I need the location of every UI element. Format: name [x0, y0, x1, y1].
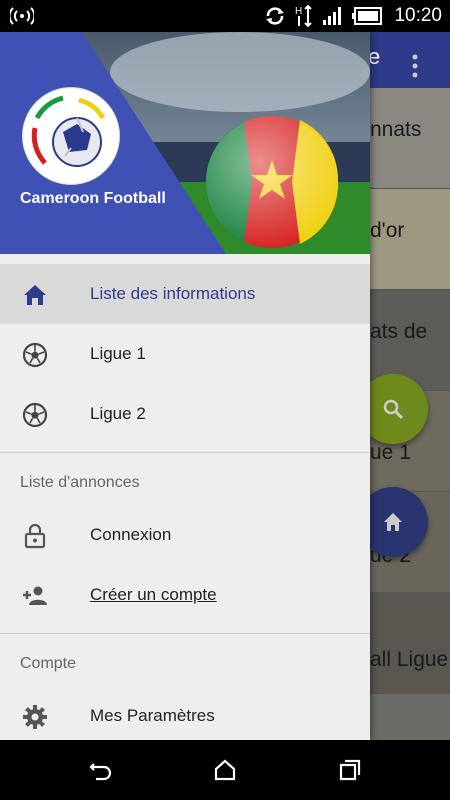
- menu-item-ligue-2[interactable]: Ligue 2: [0, 384, 370, 444]
- home-icon: [384, 513, 402, 531]
- sync-icon: [266, 7, 285, 25]
- menu-item-ligue-1[interactable]: Ligue 1: [0, 324, 370, 384]
- menu-item-news-list[interactable]: Liste des informations: [0, 264, 370, 324]
- menu-item-label: Liste des informations: [90, 284, 256, 303]
- drawer-header: Cameroon Football: [0, 32, 370, 254]
- more-options-icon[interactable]: [412, 54, 418, 78]
- app-name: Cameroon Football: [20, 190, 166, 207]
- back-icon[interactable]: [88, 758, 112, 782]
- app-logo: [22, 87, 120, 185]
- gear-icon: [23, 705, 47, 729]
- status-bar: H 10:20: [0, 0, 450, 32]
- menu-item-label: Créer un compte: [90, 585, 217, 604]
- menu-item-label: Mes Paramètres: [90, 706, 215, 725]
- system-nav-bar: [0, 740, 450, 800]
- home-icon: [24, 285, 46, 305]
- lock-icon: [24, 523, 46, 549]
- navigation-drawer: Cameroon Football Liste des informations…: [0, 32, 370, 740]
- add-user-icon: [23, 586, 47, 605]
- soccer-ball-icon: [22, 342, 48, 368]
- clock: 10:20: [394, 5, 442, 26]
- home-icon[interactable]: [213, 758, 237, 782]
- drawer-menu: Liste des informations Ligue 1 Ligue 2 L…: [0, 264, 370, 740]
- menu-item-create-account[interactable]: Créer un compte: [0, 565, 370, 625]
- menu-item-label: Connexion: [90, 525, 172, 544]
- signal-icon: [323, 7, 342, 25]
- wifi-hotspot-icon: [10, 7, 34, 25]
- menu-item-login[interactable]: Connexion: [0, 505, 370, 565]
- menu-item-label: Ligue 1: [90, 344, 146, 363]
- battery-icon: [352, 7, 383, 25]
- svg-text:H: H: [295, 6, 302, 17]
- soccer-ball-icon: [22, 402, 48, 428]
- section-header-account: Compte: [20, 655, 77, 672]
- search-icon: [383, 399, 404, 420]
- menu-item-label: Ligue 2: [90, 404, 146, 423]
- menu-item-settings[interactable]: Mes Paramètres: [0, 686, 370, 740]
- recents-icon[interactable]: [338, 758, 362, 782]
- data-transfer-icon: H: [295, 4, 313, 28]
- section-header-announcements: Liste d'annonces: [20, 474, 140, 491]
